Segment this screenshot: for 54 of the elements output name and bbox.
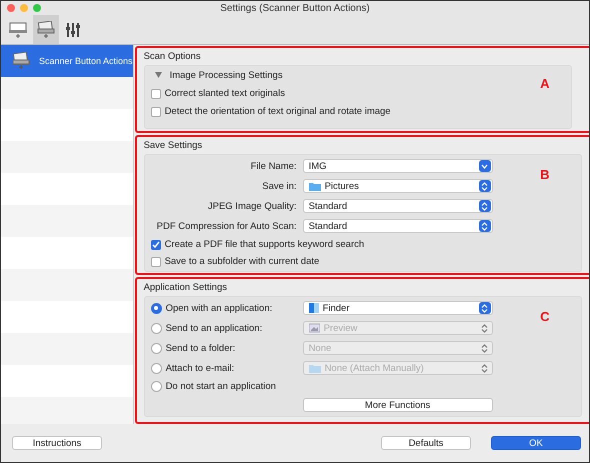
- popup-menu[interactable]: Pictures: [302, 179, 493, 193]
- popup-menu[interactable]: Finder: [302, 301, 493, 315]
- chevron-icon: [478, 160, 491, 172]
- preview-icon: [308, 323, 320, 333]
- updown-arrow-icon: [478, 180, 491, 192]
- more-functions-button[interactable]: More Functions: [302, 398, 493, 412]
- finder-icon: [308, 303, 319, 313]
- checkbox[interactable]: [150, 240, 161, 250]
- instructions-button[interactable]: Instructions: [12, 436, 102, 450]
- section-title: Save Settings: [144, 140, 204, 151]
- checkbox[interactable]: [150, 256, 161, 266]
- radio-label: Do not start an application: [166, 381, 276, 392]
- radio-label: Send to an application:: [166, 322, 262, 334]
- minimize-button[interactable]: [20, 4, 28, 12]
- section-title: Scan Options: [144, 51, 202, 62]
- scanner-icon: [36, 20, 56, 38]
- folder-icon: [308, 182, 321, 190]
- toolbar-tab[interactable]: [33, 15, 59, 44]
- radio-label: Send to a folder:: [166, 342, 236, 354]
- checkbox-label: Detect the orientation of text original and rotate image: [164, 106, 391, 117]
- checkbox-label: Save to a subfolder with current date: [164, 256, 320, 267]
- radio-button[interactable]: [150, 381, 162, 392]
- scanner-icon: [8, 20, 28, 38]
- close-button[interactable]: [7, 4, 15, 12]
- combo-box[interactable]: IMG: [302, 159, 493, 173]
- sidebar-item[interactable]: Scanner Button Actions: [1, 45, 133, 77]
- checkbox[interactable]: [150, 88, 161, 98]
- radio-label: Open with an application:: [166, 302, 272, 314]
- radio-button[interactable]: [150, 302, 162, 314]
- section-title: Application Settings: [144, 282, 228, 293]
- field-label: Save in:: [261, 180, 297, 192]
- checkbox-label: Correct slanted text originals: [164, 88, 285, 99]
- field-label: JPEG Image Quality:: [206, 200, 297, 212]
- popup-menu[interactable]: Standard: [302, 199, 493, 213]
- window-title: Settings (Scanner Button Actions): [220, 2, 370, 14]
- section-marker: C: [540, 309, 550, 324]
- radio-label: Attach to e-mail:: [166, 362, 234, 374]
- popup-menu[interactable]: Standard: [302, 219, 493, 233]
- field-label: File Name:: [250, 160, 297, 172]
- section-marker: B: [540, 167, 550, 182]
- zoom-button[interactable]: [33, 4, 41, 12]
- updown-arrow-icon: [478, 302, 491, 314]
- field-label: PDF Compression for Auto Scan:: [156, 220, 297, 232]
- defaults-button[interactable]: Defaults: [381, 436, 471, 450]
- updown-arrow-icon: [478, 220, 491, 232]
- section-marker: A: [540, 76, 550, 91]
- scanner-icon: [11, 52, 31, 70]
- tools-icon: [65, 20, 83, 38]
- group-title: Image Processing Settings: [170, 70, 283, 81]
- ok-button[interactable]: OK: [491, 436, 581, 450]
- updown-arrow-icon: [478, 200, 491, 212]
- checkbox-label: Create a PDF file that supports keyword search: [164, 239, 364, 250]
- checkbox[interactable]: [150, 106, 161, 116]
- folder-icon: [308, 364, 321, 372]
